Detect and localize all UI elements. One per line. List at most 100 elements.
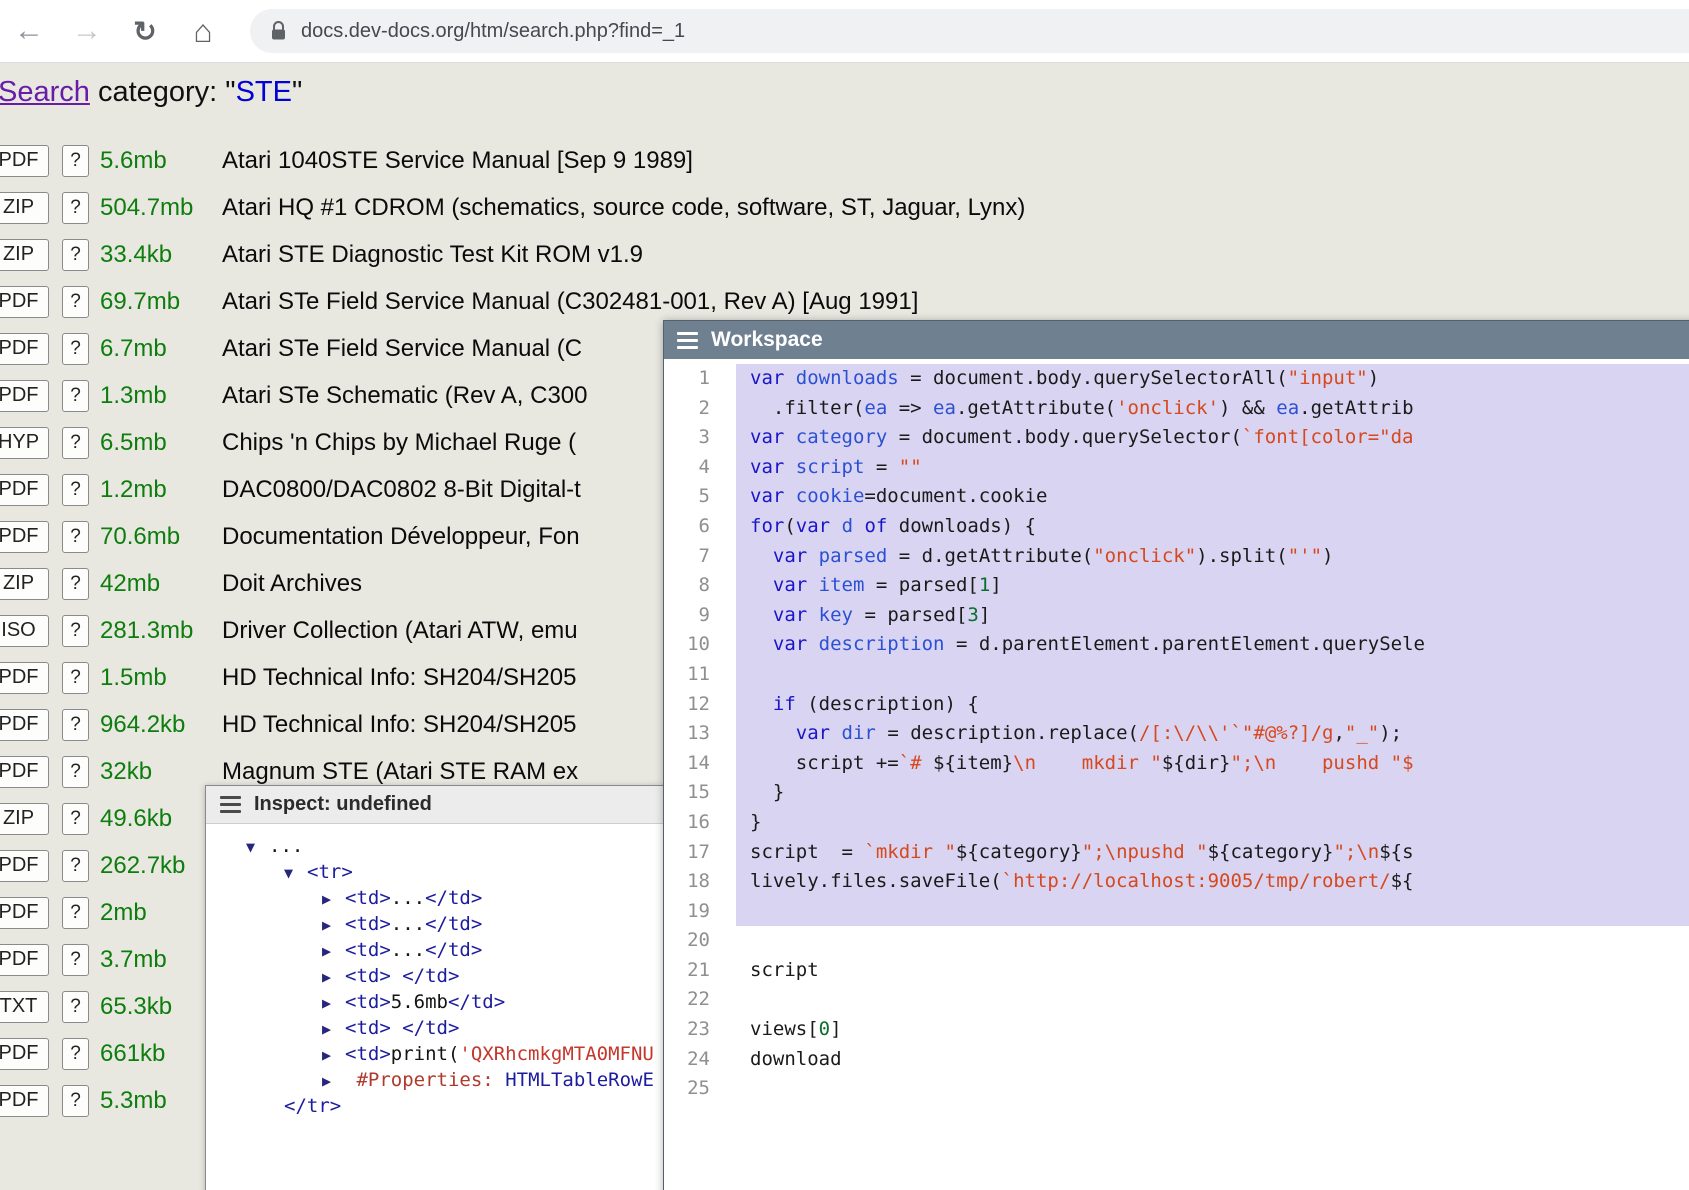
expand-toggle-icon[interactable]: ▶ [322, 1016, 345, 1042]
code-line: 4var script = "" [664, 453, 1689, 483]
tree-node-text: </td> [425, 887, 482, 909]
help-button[interactable]: ? [62, 991, 89, 1023]
file-type-button[interactable]: PDF [0, 521, 49, 553]
file-size: 1.2mb [100, 476, 222, 504]
help-button[interactable]: ? [62, 568, 89, 600]
file-type-button[interactable]: PDF [0, 286, 49, 318]
file-size: 3.7mb [100, 946, 222, 974]
code-token: var [750, 367, 784, 389]
code-token: \n mkdir " [1013, 752, 1162, 774]
code-text [736, 1074, 1689, 1104]
expand-toggle-icon[interactable]: ▶ [322, 1068, 345, 1094]
file-size: 1.5mb [100, 664, 222, 692]
code-text: download [736, 1045, 1689, 1075]
menu-icon[interactable] [677, 332, 698, 349]
code-token: .filter( [750, 397, 864, 419]
code-token: ${item} [933, 752, 1013, 774]
file-size: 6.5mb [100, 429, 222, 457]
file-type-button[interactable]: ZIP [0, 192, 49, 224]
code-token: ";\n [1333, 841, 1379, 863]
open-quote: " [225, 76, 235, 108]
expand-toggle-icon[interactable]: ▶ [322, 938, 345, 964]
address-bar[interactable]: docs.dev-docs.org/htm/search.php?find=_1 [250, 9, 1689, 53]
file-type-button[interactable]: TXT [0, 991, 49, 1023]
help-button[interactable]: ? [62, 615, 89, 647]
help-button[interactable]: ? [62, 192, 89, 224]
collapse-toggle-icon[interactable]: ▼ [284, 860, 307, 886]
help-button[interactable]: ? [62, 521, 89, 553]
workspace-titlebar[interactable]: Workspace [664, 321, 1689, 359]
file-title: Atari STe Field Service Manual (C302481-… [222, 288, 918, 316]
search-link[interactable]: Search [0, 76, 90, 108]
help-button[interactable]: ? [62, 709, 89, 741]
help-button[interactable]: ? [62, 239, 89, 271]
code-line: 8 var item = parsed[1] [664, 571, 1689, 601]
file-type-button[interactable]: ISO [0, 615, 49, 647]
tree-node-text [391, 1017, 402, 1039]
code-token: "input" [1288, 367, 1368, 389]
line-number: 8 [664, 571, 736, 601]
help-button[interactable]: ? [62, 286, 89, 318]
code-line: 11 [664, 660, 1689, 690]
code-line: 24download [664, 1045, 1689, 1075]
tree-node-text: <td> [345, 965, 391, 987]
collapse-toggle-icon[interactable]: ▼ [246, 834, 269, 860]
file-size: 32kb [100, 758, 222, 786]
help-button[interactable]: ? [62, 474, 89, 506]
help-button[interactable]: ? [62, 1038, 89, 1070]
code-editor[interactable]: 1var downloads = document.body.querySele… [664, 359, 1689, 1190]
file-type-button[interactable]: ZIP [0, 568, 49, 600]
help-button[interactable]: ? [62, 333, 89, 365]
expand-toggle-icon[interactable]: ▶ [322, 964, 345, 990]
help-button[interactable]: ? [62, 944, 89, 976]
help-button[interactable]: ? [62, 380, 89, 412]
code-token: category [796, 426, 888, 448]
code-token: ).split( [1196, 545, 1288, 567]
tree-node-text: HTMLTableRowE [505, 1069, 654, 1091]
file-type-button[interactable]: PDF [0, 662, 49, 694]
reload-button[interactable]: ↻ [116, 15, 174, 48]
file-type-button[interactable]: PDF [0, 380, 49, 412]
help-button[interactable]: ? [62, 662, 89, 694]
file-title: HD Technical Info: SH204/SH205 [222, 664, 576, 692]
code-token: ) [1368, 367, 1379, 389]
line-number: 14 [664, 749, 736, 779]
help-button[interactable]: ? [62, 850, 89, 882]
help-button[interactable]: ? [62, 803, 89, 835]
file-type-button[interactable]: PDF [0, 474, 49, 506]
help-button[interactable]: ? [62, 1085, 89, 1117]
file-type-button[interactable]: PDF [0, 850, 49, 882]
file-type-button[interactable]: PDF [0, 897, 49, 929]
code-text [736, 985, 1689, 1015]
expand-toggle-icon[interactable]: ▶ [322, 990, 345, 1016]
back-button[interactable]: ← [0, 14, 58, 48]
file-type-button[interactable]: PDF [0, 944, 49, 976]
code-token: downloads) { [887, 515, 1036, 537]
expand-toggle-icon[interactable]: ▶ [322, 886, 345, 912]
file-type-button[interactable]: PDF [0, 1085, 49, 1117]
home-button[interactable]: ⌂ [174, 13, 232, 50]
file-type-button[interactable]: PDF [0, 1038, 49, 1070]
code-token: = document.body.querySelectorAll( [899, 367, 1288, 389]
file-type-button[interactable]: PDF [0, 333, 49, 365]
help-button[interactable]: ? [62, 145, 89, 177]
code-line: 13 var dir = description.replace(/[:\/\\… [664, 719, 1689, 749]
file-type-button[interactable]: PDF [0, 756, 49, 788]
file-type-button[interactable]: ZIP [0, 239, 49, 271]
help-button[interactable]: ? [62, 756, 89, 788]
menu-icon[interactable] [220, 796, 241, 813]
expand-toggle-icon[interactable]: ▶ [322, 1042, 345, 1068]
file-type-button[interactable]: PDF [0, 145, 49, 177]
help-button[interactable]: ? [62, 427, 89, 459]
help-button[interactable]: ? [62, 897, 89, 929]
file-size: 262.7kb [100, 852, 222, 880]
file-type-button[interactable]: PDF [0, 709, 49, 741]
forward-button[interactable]: → [58, 14, 116, 48]
file-type-button[interactable]: ZIP [0, 803, 49, 835]
code-token: cookie [796, 485, 865, 507]
code-text: var category = document.body.querySelect… [736, 423, 1689, 453]
file-type-button[interactable]: HYP [0, 427, 49, 459]
code-token [807, 633, 818, 655]
expand-toggle-icon[interactable]: ▶ [322, 912, 345, 938]
code-line: 7 var parsed = d.getAttribute("onclick")… [664, 542, 1689, 572]
